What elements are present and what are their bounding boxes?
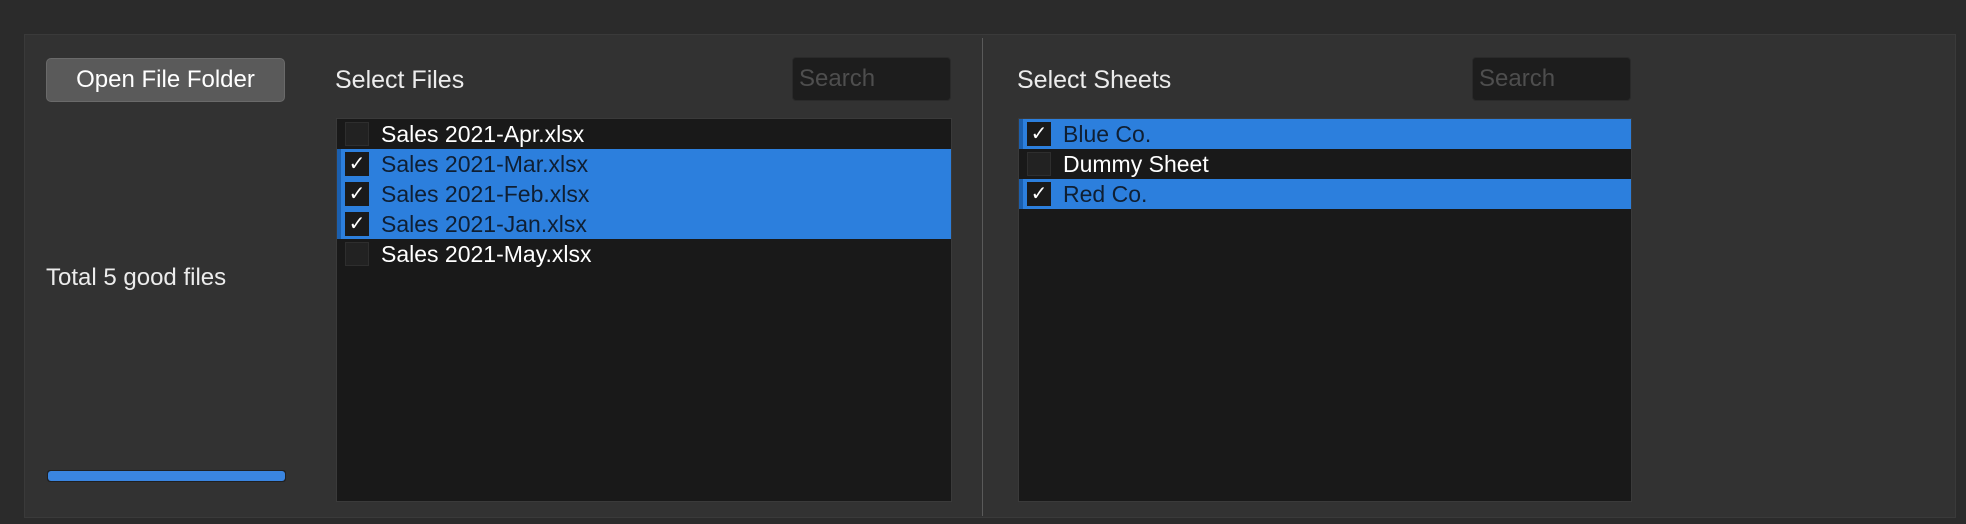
file-checkbox[interactable] <box>345 122 369 146</box>
open-file-folder-button[interactable]: Open File Folder <box>46 58 285 102</box>
file-checkbox[interactable] <box>345 242 369 266</box>
selection-accent <box>1019 179 1023 209</box>
file-list-item[interactable]: ✓ Sales 2021-Mar.xlsx <box>337 149 951 179</box>
sheets-list[interactable]: ✓ Blue Co. Dummy Sheet ✓ Red Co. <box>1018 118 1632 502</box>
main-panel <box>24 34 1956 518</box>
file-checkbox[interactable]: ✓ <box>345 212 369 236</box>
select-files-title: Select Files <box>335 66 465 94</box>
file-label: Sales 2021-Apr.xlsx <box>381 120 585 147</box>
file-label: Sales 2021-Feb.xlsx <box>381 180 590 207</box>
progress-bar <box>47 470 286 482</box>
sheet-label: Dummy Sheet <box>1063 150 1209 177</box>
panel-divider <box>982 38 983 516</box>
file-checkbox[interactable]: ✓ <box>345 182 369 206</box>
selection-accent <box>337 239 341 269</box>
file-label: Sales 2021-Mar.xlsx <box>381 150 589 177</box>
total-files-label: Total 5 good files <box>46 264 227 291</box>
selection-accent <box>1019 149 1023 179</box>
selection-accent <box>337 119 341 149</box>
selection-accent <box>337 149 341 179</box>
progress-bar-fill <box>48 471 285 481</box>
selection-accent <box>337 179 341 209</box>
files-search-input[interactable] <box>792 57 951 101</box>
file-label: Sales 2021-May.xlsx <box>381 240 592 267</box>
file-list-item[interactable]: ✓ Sales 2021-Jan.xlsx <box>337 209 951 239</box>
sheet-checkbox[interactable]: ✓ <box>1027 122 1051 146</box>
sheet-list-item[interactable]: ✓ Blue Co. <box>1019 119 1631 149</box>
files-list[interactable]: Sales 2021-Apr.xlsx ✓ Sales 2021-Mar.xls… <box>336 118 952 502</box>
file-checkbox[interactable]: ✓ <box>345 152 369 176</box>
selection-accent <box>1019 119 1023 149</box>
sheets-search-input[interactable] <box>1472 57 1631 101</box>
sheet-checkbox[interactable]: ✓ <box>1027 182 1051 206</box>
file-list-item[interactable]: Sales 2021-May.xlsx <box>337 239 951 269</box>
app-window: Open File Folder Total 5 good files Sele… <box>0 0 1966 524</box>
sheet-label: Red Co. <box>1063 180 1148 207</box>
file-list-item[interactable]: ✓ Sales 2021-Feb.xlsx <box>337 179 951 209</box>
selection-accent <box>337 209 341 239</box>
select-sheets-title: Select Sheets <box>1017 66 1172 94</box>
sheet-checkbox[interactable] <box>1027 152 1051 176</box>
sheet-label: Blue Co. <box>1063 120 1152 147</box>
file-label: Sales 2021-Jan.xlsx <box>381 210 587 237</box>
sheet-list-item[interactable]: Dummy Sheet <box>1019 149 1631 179</box>
sheet-list-item[interactable]: ✓ Red Co. <box>1019 179 1631 209</box>
file-list-item[interactable]: Sales 2021-Apr.xlsx <box>337 119 951 149</box>
